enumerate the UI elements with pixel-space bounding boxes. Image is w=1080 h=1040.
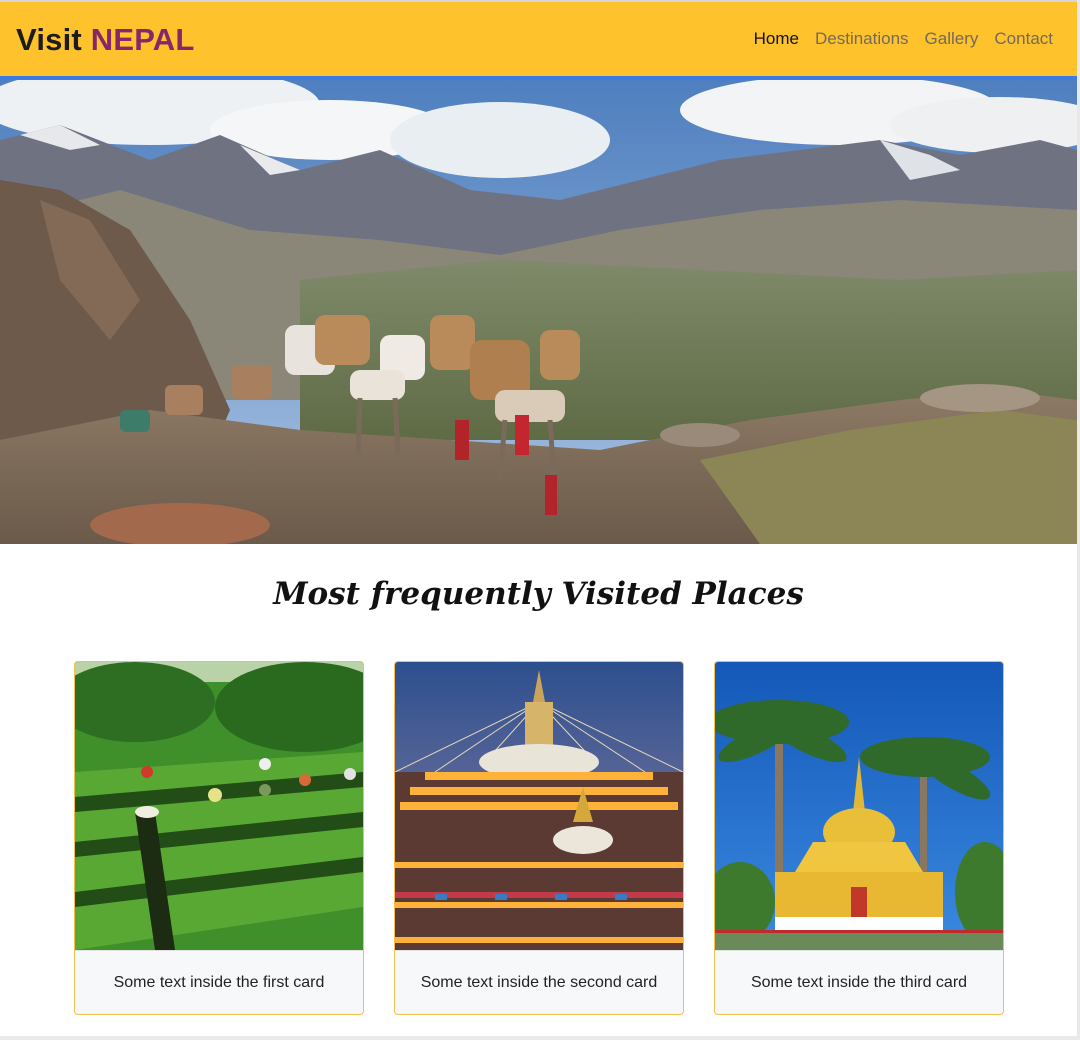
card-image-pagoda — [715, 662, 1003, 950]
brand-prefix: Visit — [16, 22, 82, 57]
nav-menu: Home Destinations Gallery Contact — [754, 29, 1053, 49]
nav-link-contact[interactable]: Contact — [994, 29, 1053, 49]
section-title: Most frequently Visited Places — [273, 576, 804, 612]
card-text: Some text inside the second card — [395, 950, 683, 1014]
card-text: Some text inside the third card — [715, 950, 1003, 1014]
card-image-stupa — [395, 662, 683, 950]
card-image-tea-garden — [75, 662, 363, 950]
boudhanath-stupa-photo — [395, 662, 683, 950]
golden-pagoda-photo — [715, 662, 1003, 950]
nav-link-gallery[interactable]: Gallery — [925, 29, 979, 49]
tea-garden-photo — [75, 662, 363, 950]
card-text: Some text inside the first card — [75, 950, 363, 1014]
destination-card-1[interactable]: Some text inside the first card — [74, 661, 364, 1015]
brand-logo[interactable]: Visit NEPAL — [16, 22, 195, 58]
destination-card-3[interactable]: Some text inside the third card — [714, 661, 1004, 1015]
navbar: Visit NEPAL Home Destinations Gallery Co… — [0, 2, 1077, 76]
hero-image — [0, 80, 1077, 544]
nav-link-home[interactable]: Home — [754, 29, 799, 49]
nav-link-destinations[interactable]: Destinations — [815, 29, 909, 49]
destination-card-2[interactable]: Some text inside the second card — [394, 661, 684, 1015]
brand-name: NEPAL — [90, 22, 195, 57]
page: Visit NEPAL Home Destinations Gallery Co… — [0, 0, 1077, 1036]
mountain-caravan-photo — [0, 80, 1077, 544]
